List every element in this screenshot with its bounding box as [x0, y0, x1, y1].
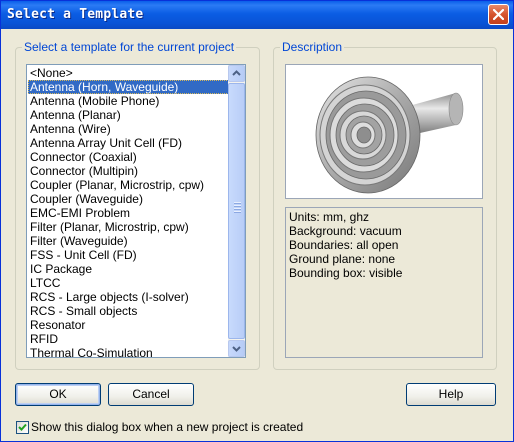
cancel-button[interactable]: Cancel: [108, 383, 194, 406]
help-button[interactable]: Help: [406, 383, 496, 406]
template-list-item[interactable]: Antenna (Planar): [28, 108, 229, 122]
horn-antenna-icon: [315, 76, 464, 194]
template-list-item[interactable]: RFID: [28, 332, 229, 346]
template-list-item[interactable]: Connector (Coaxial): [28, 150, 229, 164]
template-list-item[interactable]: Filter (Planar, Microstrip, cpw): [28, 220, 229, 234]
description-line: Boundaries: all open: [289, 238, 399, 252]
template-list-item[interactable]: Antenna (Mobile Phone): [28, 94, 229, 108]
template-list-item[interactable]: <None>: [28, 66, 229, 80]
template-list-item[interactable]: LTCC: [28, 276, 229, 290]
template-list-item[interactable]: RCS - Large objects (I-solver): [28, 290, 229, 304]
template-list-item[interactable]: Filter (Waveguide): [28, 234, 229, 248]
chevron-up-icon: [232, 70, 241, 76]
checkmark-icon: [18, 423, 27, 431]
description-line: Units: mm, ghz: [289, 210, 370, 224]
template-list-item[interactable]: Thermal Co-Simulation: [28, 346, 229, 357]
template-list-item[interactable]: Antenna (Wire): [28, 122, 229, 136]
description-line: Bounding box: visible: [289, 266, 403, 280]
grip-line: [234, 208, 241, 210]
template-list-item[interactable]: Coupler (Planar, Microstrip, cpw): [28, 178, 229, 192]
scroll-thumb[interactable]: [228, 83, 245, 339]
show-dialog-checkbox[interactable]: [16, 421, 29, 434]
close-icon: [493, 9, 504, 20]
description-group-label: Description: [280, 40, 345, 54]
list-scrollbar[interactable]: [228, 65, 245, 357]
template-list: <None> Antenna (Horn, Waveguide) Antenna (…: [28, 66, 229, 357]
template-list-item[interactable]: Resonator: [28, 318, 229, 332]
grip-line: [234, 211, 241, 213]
grip-line: [234, 202, 241, 204]
description-text: Units: mm, ghz Background: vacuum Bounda…: [285, 207, 483, 358]
template-listbox[interactable]: <None> Antenna (Horn, Waveguide) Antenna (…: [26, 64, 246, 358]
template-list-item[interactable]: EMC-EMI Problem: [28, 206, 229, 220]
scroll-up-button[interactable]: [228, 65, 245, 82]
window-title: Select a Template: [7, 7, 144, 22]
template-list-item[interactable]: IC Package: [28, 262, 229, 276]
chevron-down-icon: [232, 346, 241, 352]
title-bar[interactable]: Select a Template: [1, 1, 513, 29]
template-group-label: Select a template for the current projec…: [22, 40, 237, 54]
template-list-item[interactable]: Coupler (Waveguide): [28, 192, 229, 206]
close-button[interactable]: [488, 4, 509, 25]
template-list-item[interactable]: RCS - Small objects: [28, 304, 229, 318]
template-list-item[interactable]: Antenna Array Unit Cell (FD): [28, 136, 229, 150]
description-line: Background: vacuum: [289, 224, 402, 238]
template-list-item[interactable]: Antenna (Horn, Waveguide): [28, 80, 229, 94]
template-list-item[interactable]: FSS - Unit Cell (FD): [28, 248, 229, 262]
show-dialog-checkbox-label[interactable]: Show this dialog box when a new project …: [31, 420, 303, 434]
template-list-item[interactable]: Connector (Multipin): [28, 164, 229, 178]
ok-button[interactable]: OK: [15, 383, 101, 406]
grip-line: [234, 205, 241, 207]
template-preview: [285, 64, 483, 199]
description-line: Ground plane: none: [289, 252, 396, 266]
scroll-down-button[interactable]: [228, 340, 245, 357]
